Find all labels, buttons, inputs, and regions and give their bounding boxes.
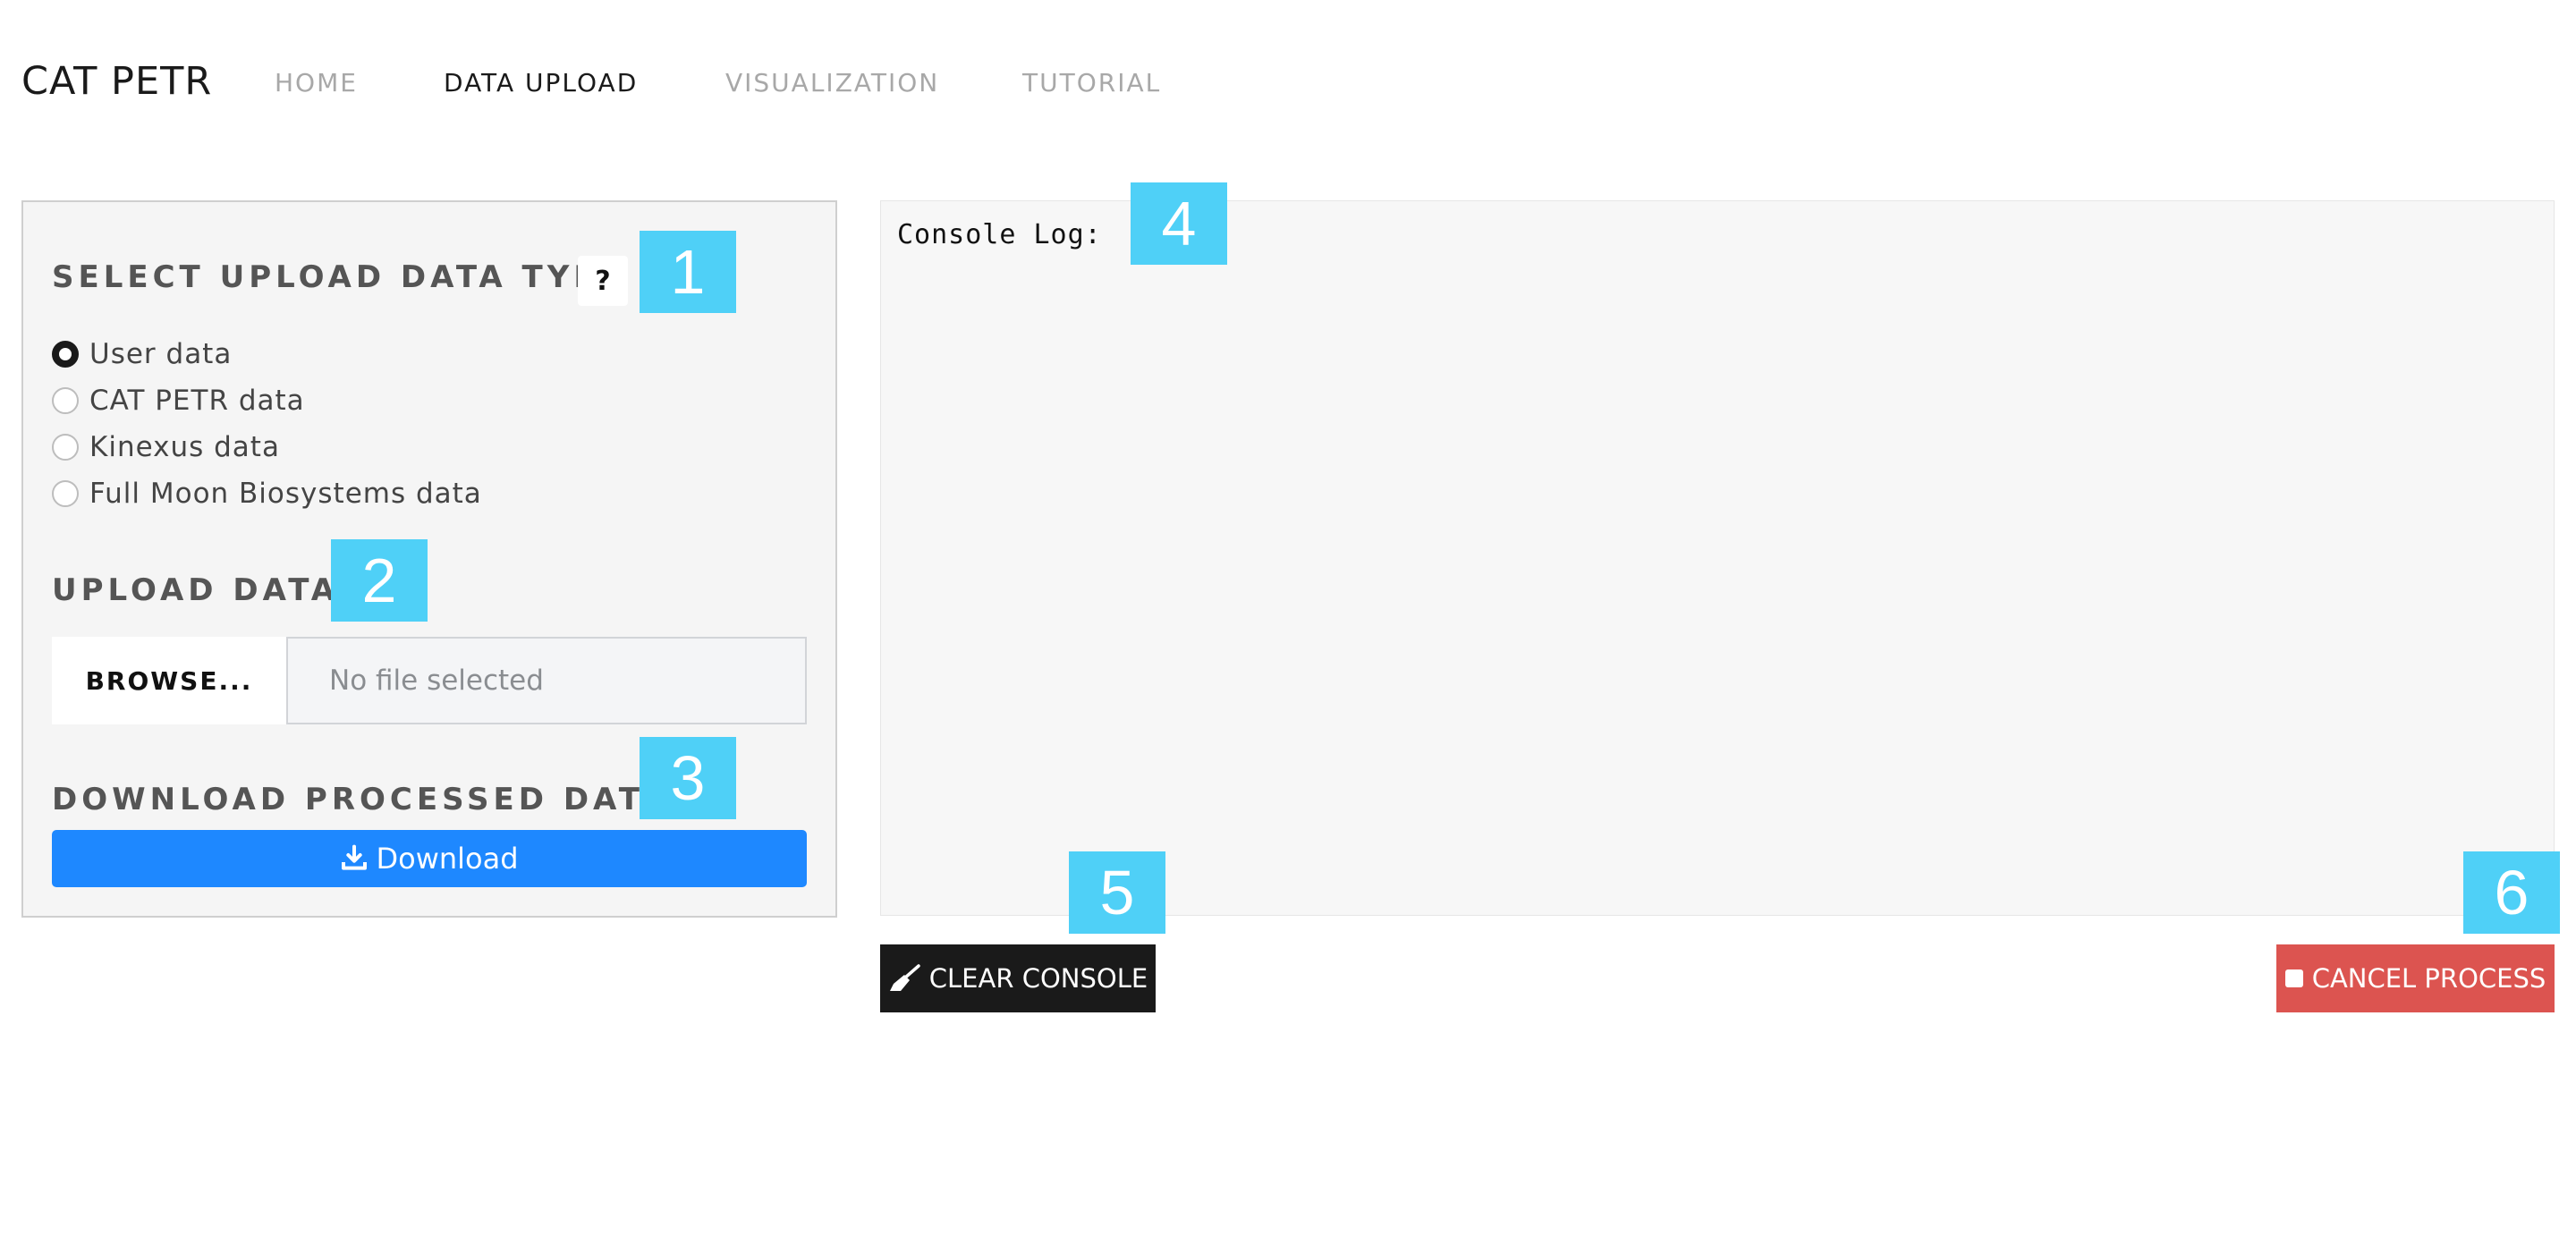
annotation-badge-1: 1 (640, 231, 736, 313)
select-upload-type-title: SELECT UPLOAD DATA TYPE (52, 259, 626, 295)
radio-cat-petr-data[interactable]: CAT PETR data (52, 383, 305, 419)
radio-full-moon-data[interactable]: Full Moon Biosystems data (52, 476, 482, 512)
radio-label: Full Moon Biosystems data (89, 478, 482, 510)
brand-logo[interactable]: CAT PETR (21, 59, 212, 104)
annotation-badge-5: 5 (1069, 851, 1165, 934)
radio-unchecked-icon[interactable] (52, 480, 79, 507)
broom-icon (889, 964, 920, 991)
annotation-badge-4: 4 (1131, 182, 1227, 265)
console-log-label: Console Log: (897, 219, 1102, 250)
download-button[interactable]: Download (52, 830, 807, 887)
radio-label: User data (89, 338, 233, 370)
annotation-badge-2: 2 (331, 539, 428, 622)
clear-console-button[interactable]: CLEAR CONSOLE (880, 944, 1156, 1012)
console-log-area[interactable]: Console Log: (880, 200, 2555, 916)
stop-icon (2284, 969, 2303, 987)
annotation-badge-3: 3 (640, 737, 736, 819)
annotation-badge-6: 6 (2463, 851, 2560, 934)
nav-home[interactable]: HOME (275, 68, 358, 97)
download-label: Download (376, 842, 519, 876)
download-processed-title: DOWNLOAD PROCESSED DATA (52, 782, 670, 817)
file-name-field[interactable]: No file selected (286, 637, 807, 724)
nav-visualization[interactable]: VISUALIZATION (725, 68, 939, 97)
radio-unchecked-icon[interactable] (52, 434, 79, 461)
upload-data-title: UPLOAD DATA (52, 572, 340, 608)
radio-label: CAT PETR data (89, 385, 305, 417)
help-button[interactable]: ? (578, 256, 628, 306)
radio-unchecked-icon[interactable] (52, 387, 79, 414)
file-input-group[interactable]: BROWSE... No file selected (52, 637, 807, 724)
download-icon (342, 844, 368, 870)
cancel-process-label: CANCEL PROCESS (2311, 963, 2546, 994)
radio-checked-icon[interactable] (52, 341, 79, 368)
radio-kinexus-data[interactable]: Kinexus data (52, 429, 280, 465)
clear-console-label: CLEAR CONSOLE (928, 963, 1148, 994)
nav-data-upload[interactable]: DATA UPLOAD (444, 68, 638, 97)
radio-user-data[interactable]: User data (52, 336, 232, 372)
radio-label: Kinexus data (89, 431, 280, 463)
cancel-process-button[interactable]: CANCEL PROCESS (2276, 944, 2555, 1012)
browse-button[interactable]: BROWSE... (52, 637, 286, 724)
nav-tutorial[interactable]: TUTORIAL (1022, 68, 1161, 97)
